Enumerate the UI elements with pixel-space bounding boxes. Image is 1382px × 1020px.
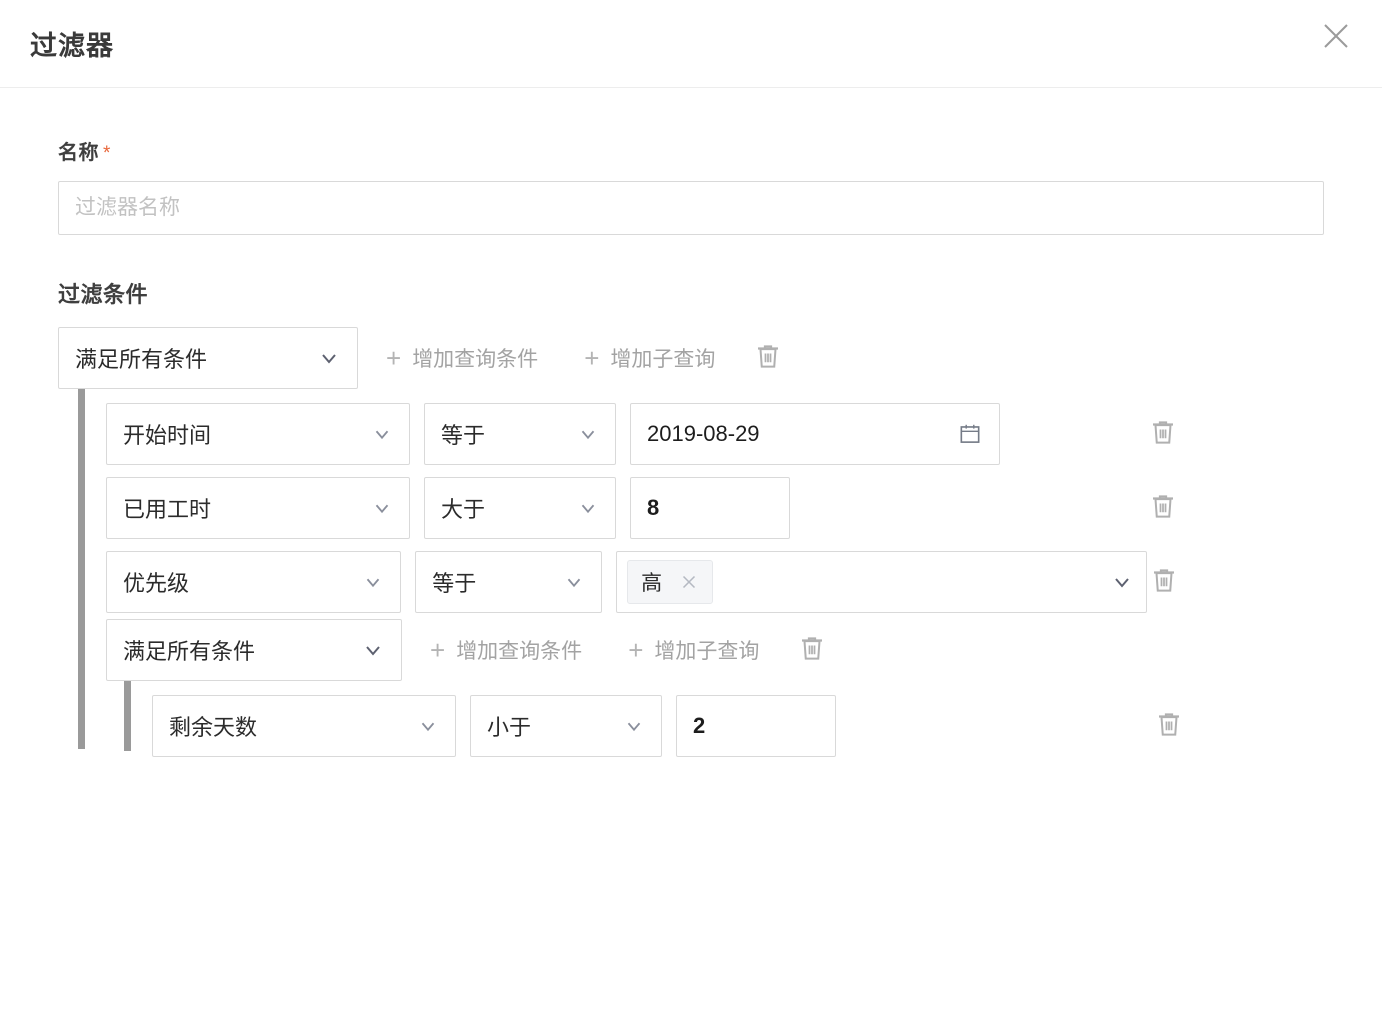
root-add-subquery-label: 增加子查询 (610, 343, 715, 373)
selected-tag-label: 高 (641, 567, 662, 597)
required-asterisk: * (103, 143, 111, 164)
sub-group-conditions: 剩余天数 小于 (106, 681, 1324, 763)
condition-field-select[interactable]: 开始时间 (106, 403, 410, 465)
trash-icon (1154, 709, 1184, 744)
condition-field-select[interactable]: 已用工时 (106, 477, 410, 539)
tag-remove-button[interactable] (678, 571, 700, 593)
condition-delete-button[interactable] (1147, 565, 1180, 599)
chevron-down-icon (577, 423, 599, 445)
condition-multiselect[interactable]: 高 (616, 551, 1147, 613)
condition-date-input[interactable]: 2019-08-29 (630, 403, 1000, 465)
chevron-down-icon (361, 638, 385, 662)
chevron-down-icon (317, 346, 341, 370)
chevron-down-icon (577, 497, 599, 519)
trash-icon (1148, 491, 1178, 526)
condition-field-select[interactable]: 剩余天数 (152, 695, 456, 757)
sub-add-subquery-label: 增加子查询 (654, 635, 759, 665)
condition-operator-select[interactable]: 大于 (424, 477, 616, 539)
sub-add-subquery-button[interactable]: + 增加子查询 (628, 635, 759, 665)
trash-icon (797, 633, 827, 668)
sub-group-indicator-bar (124, 681, 131, 751)
condition-row: 优先级 等于 高 (106, 545, 1324, 619)
filter-name-input[interactable] (58, 181, 1324, 235)
group-indicator-bar (78, 389, 85, 749)
sub-group-delete-button[interactable] (795, 633, 829, 667)
root-group-delete-button[interactable] (751, 341, 785, 375)
root-group-conditions: 开始时间 等于 2019-08-29 (58, 389, 1324, 763)
condition-number-value: 8 (647, 495, 659, 521)
condition-field-value: 开始时间 (123, 418, 361, 450)
root-add-condition-button[interactable]: + 增加查询条件 (386, 343, 538, 373)
root-add-condition-label: 增加查询条件 (412, 343, 538, 373)
condition-row: 开始时间 等于 2019-08-29 (106, 397, 1324, 471)
chevron-down-icon (417, 715, 439, 737)
name-field-label: 名称* (58, 136, 1324, 165)
conditions-section-title: 过滤条件 (58, 277, 1324, 309)
condition-field-value: 剩余天数 (169, 710, 407, 742)
condition-delete-button[interactable] (1146, 417, 1180, 451)
condition-field-value: 已用工时 (123, 492, 361, 524)
chevron-down-icon (1110, 570, 1134, 594)
root-combinator-select[interactable]: 满足所有条件 (58, 327, 358, 389)
condition-operator-value: 等于 (441, 418, 567, 450)
condition-field-value: 优先级 (123, 566, 352, 598)
condition-operator-select[interactable]: 等于 (424, 403, 616, 465)
condition-number-input[interactable]: 2 (676, 695, 836, 757)
root-group-header: 满足所有条件 + 增加查询条件 + 增加子查询 (58, 327, 1324, 389)
plus-icon: + (430, 637, 445, 663)
dialog-header: 过滤器 (0, 0, 1382, 88)
sub-condition-group: 满足所有条件 + 增加查询条件 + 增 (106, 619, 1324, 763)
sub-group-header: 满足所有条件 + 增加查询条件 + 增 (106, 619, 1324, 681)
condition-field-select[interactable]: 优先级 (106, 551, 401, 613)
chevron-down-icon (623, 715, 645, 737)
sub-add-condition-button[interactable]: + 增加查询条件 (430, 635, 582, 665)
name-label-text: 名称 (58, 142, 99, 164)
page-title: 过滤器 (30, 24, 114, 63)
condition-number-value: 2 (693, 713, 705, 739)
condition-number-input[interactable]: 8 (630, 477, 790, 539)
plus-icon: + (584, 345, 599, 371)
root-combinator-value: 满足所有条件 (75, 342, 307, 374)
condition-operator-value: 小于 (487, 710, 613, 742)
sub-combinator-value: 满足所有条件 (123, 634, 351, 666)
condition-row: 剩余天数 小于 (152, 689, 1324, 763)
plus-icon: + (386, 345, 401, 371)
chevron-down-icon (371, 497, 393, 519)
chevron-down-icon (563, 571, 585, 593)
root-add-subquery-button[interactable]: + 增加子查询 (584, 343, 715, 373)
root-condition-group: 满足所有条件 + 增加查询条件 + 增加子查询 (58, 327, 1324, 763)
condition-operator-value: 等于 (432, 566, 553, 598)
close-icon (1321, 21, 1351, 51)
condition-date-value: 2019-08-29 (647, 421, 760, 447)
plus-icon: + (628, 637, 643, 663)
condition-operator-select[interactable]: 等于 (415, 551, 602, 613)
condition-operator-select[interactable]: 小于 (470, 695, 662, 757)
trash-icon (753, 341, 783, 376)
close-button[interactable] (1314, 14, 1358, 58)
condition-delete-button[interactable] (1152, 709, 1186, 743)
sub-combinator-select[interactable]: 满足所有条件 (106, 619, 402, 681)
condition-operator-value: 大于 (441, 492, 567, 524)
trash-icon (1148, 417, 1178, 452)
filter-dialog: 过滤器 名称* 过滤条件 满足所有条件 (0, 0, 1382, 1020)
chevron-down-icon (362, 571, 384, 593)
trash-icon (1149, 565, 1179, 600)
selected-tag: 高 (627, 560, 713, 604)
calendar-icon (957, 421, 983, 447)
condition-row: 已用工时 大于 8 (106, 471, 1324, 545)
dialog-body: 名称* 过滤条件 满足所有条件 + 增加查询条件 (0, 88, 1382, 763)
condition-delete-button[interactable] (1146, 491, 1180, 525)
sub-add-condition-label: 增加查询条件 (456, 635, 582, 665)
chevron-down-icon (371, 423, 393, 445)
